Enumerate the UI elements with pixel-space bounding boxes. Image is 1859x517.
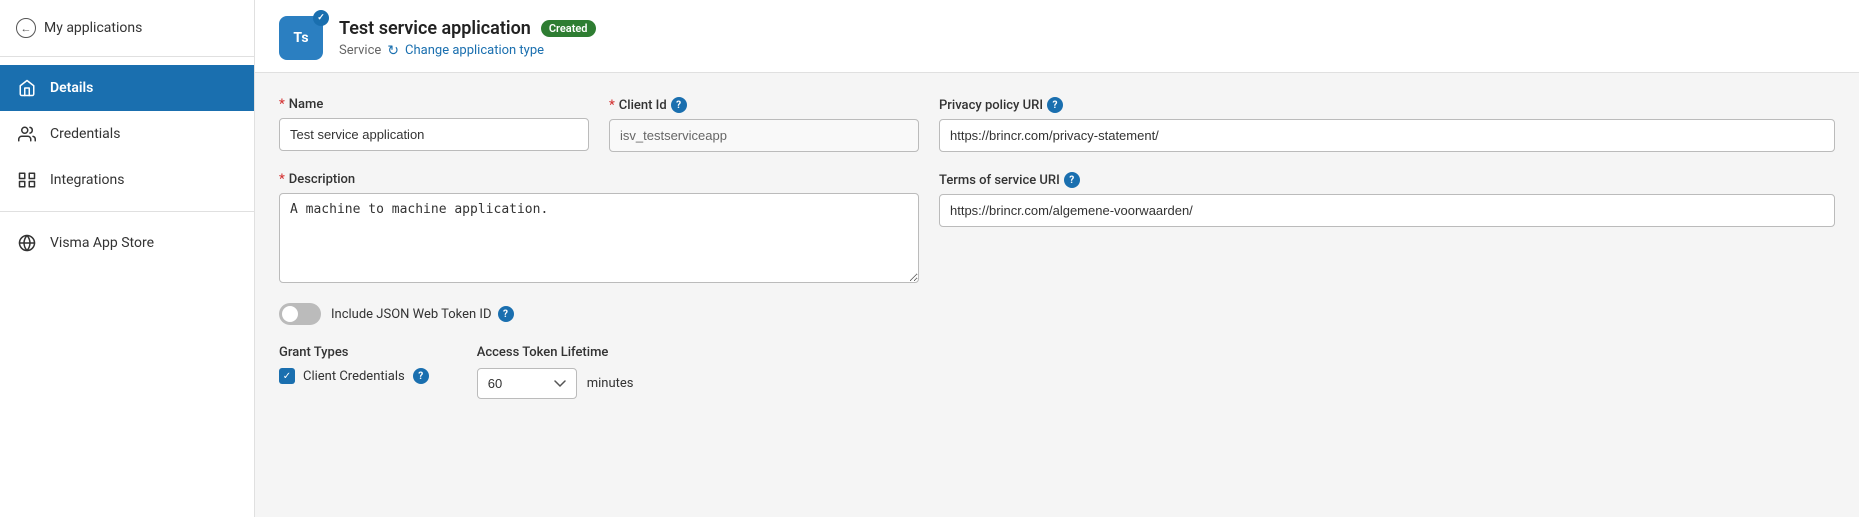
sidebar-item-label-visma: Visma App Store xyxy=(50,235,154,251)
sidebar-item-visma-app-store[interactable]: Visma App Store xyxy=(0,220,254,266)
refresh-icon: ↻ xyxy=(387,43,399,59)
jwt-toggle[interactable] xyxy=(279,303,321,325)
app-title-row: Test service application Created xyxy=(339,18,596,39)
description-required: * xyxy=(279,172,285,187)
form-group-privacy-policy: Privacy policy URI ? xyxy=(939,97,1835,152)
change-type-label: Change application type xyxy=(405,43,544,58)
check-badge-icon: ✓ xyxy=(313,10,329,26)
privacy-policy-label: Privacy policy URI ? xyxy=(939,97,1835,113)
status-badge: Created xyxy=(541,20,596,37)
description-textarea[interactable]: A machine to machine application. xyxy=(279,193,919,283)
form-group-name: * Name xyxy=(279,97,589,152)
name-required: * xyxy=(279,97,285,112)
lifetime-row: 60 minutes xyxy=(477,368,634,399)
jwt-toggle-label: Include JSON Web Token ID ? xyxy=(331,306,514,322)
credentials-icon xyxy=(16,123,38,145)
form-group-description: * Description A machine to machine appli… xyxy=(279,172,919,283)
access-token-label: Access Token Lifetime xyxy=(477,345,634,360)
form-area: * Name * Client Id ? Privacy policy URI … xyxy=(255,73,1859,423)
privacy-policy-help-icon[interactable]: ? xyxy=(1047,97,1063,113)
client-id-help-icon[interactable]: ? xyxy=(671,97,687,113)
sidebar-item-details[interactable]: Details xyxy=(0,65,254,111)
sidebar-item-label-credentials: Credentials xyxy=(50,126,120,142)
sidebar: ← My applications Details Crede xyxy=(0,0,255,517)
sidebar-item-label-integrations: Integrations xyxy=(50,172,124,188)
client-id-label: * Client Id ? xyxy=(609,97,919,113)
name-label: * Name xyxy=(279,97,589,112)
form-row-2: * Description A machine to machine appli… xyxy=(279,172,1835,283)
form-row-1: * Name * Client Id ? Privacy policy URI … xyxy=(279,97,1835,152)
main-content: Ts ✓ Test service application Created Se… xyxy=(255,0,1859,517)
client-id-input[interactable] xyxy=(609,119,919,152)
store-icon xyxy=(16,232,38,254)
grant-types-group: Grant Types ✓ Client Credentials ? xyxy=(279,345,429,384)
privacy-policy-input[interactable] xyxy=(939,119,1835,152)
app-type-row: Service ↻ Change application type xyxy=(339,43,596,59)
terms-help-icon[interactable]: ? xyxy=(1064,172,1080,188)
back-link[interactable]: ← My applications xyxy=(0,0,254,57)
app-info: Test service application Created Service… xyxy=(339,18,596,59)
form-group-terms: Terms of service URI ? xyxy=(939,172,1835,283)
sidebar-nav: Details Credentials xyxy=(0,57,254,274)
back-arrow-icon: ← xyxy=(16,18,36,38)
sidebar-item-label-details: Details xyxy=(50,80,93,96)
sidebar-divider xyxy=(0,211,254,212)
change-application-type-link[interactable]: Change application type xyxy=(405,43,544,58)
home-icon xyxy=(16,77,38,99)
client-credentials-checkbox[interactable]: ✓ xyxy=(279,368,295,384)
sidebar-item-integrations[interactable]: Integrations xyxy=(0,157,254,203)
grant-types-title: Grant Types xyxy=(279,345,429,360)
app-header: Ts ✓ Test service application Created Se… xyxy=(255,0,1859,73)
minutes-label: minutes xyxy=(587,376,634,391)
access-token-lifetime-group: Access Token Lifetime 60 minutes xyxy=(477,345,634,399)
access-token-select[interactable]: 60 xyxy=(477,368,577,399)
client-credentials-label: Client Credentials xyxy=(303,369,405,384)
client-credentials-row: ✓ Client Credentials ? xyxy=(279,368,429,384)
terms-input[interactable] xyxy=(939,194,1835,227)
jwt-help-icon[interactable]: ? xyxy=(498,306,514,322)
client-id-required: * xyxy=(609,98,615,113)
app-avatar: Ts ✓ xyxy=(279,16,323,60)
description-label: * Description xyxy=(279,172,919,187)
form-group-client-id: * Client Id ? xyxy=(609,97,919,152)
app-type-label: Service xyxy=(339,43,381,58)
avatar-text: Ts xyxy=(293,30,308,46)
back-label: My applications xyxy=(44,20,142,36)
client-credentials-help-icon[interactable]: ? xyxy=(413,368,429,384)
sidebar-item-credentials[interactable]: Credentials xyxy=(0,111,254,157)
grant-section: Grant Types ✓ Client Credentials ? Acces… xyxy=(279,345,1835,399)
integrations-icon xyxy=(16,169,38,191)
terms-label: Terms of service URI ? xyxy=(939,172,1835,188)
app-title: Test service application xyxy=(339,18,531,39)
name-input[interactable] xyxy=(279,118,589,151)
jwt-toggle-row: Include JSON Web Token ID ? xyxy=(279,303,1835,325)
